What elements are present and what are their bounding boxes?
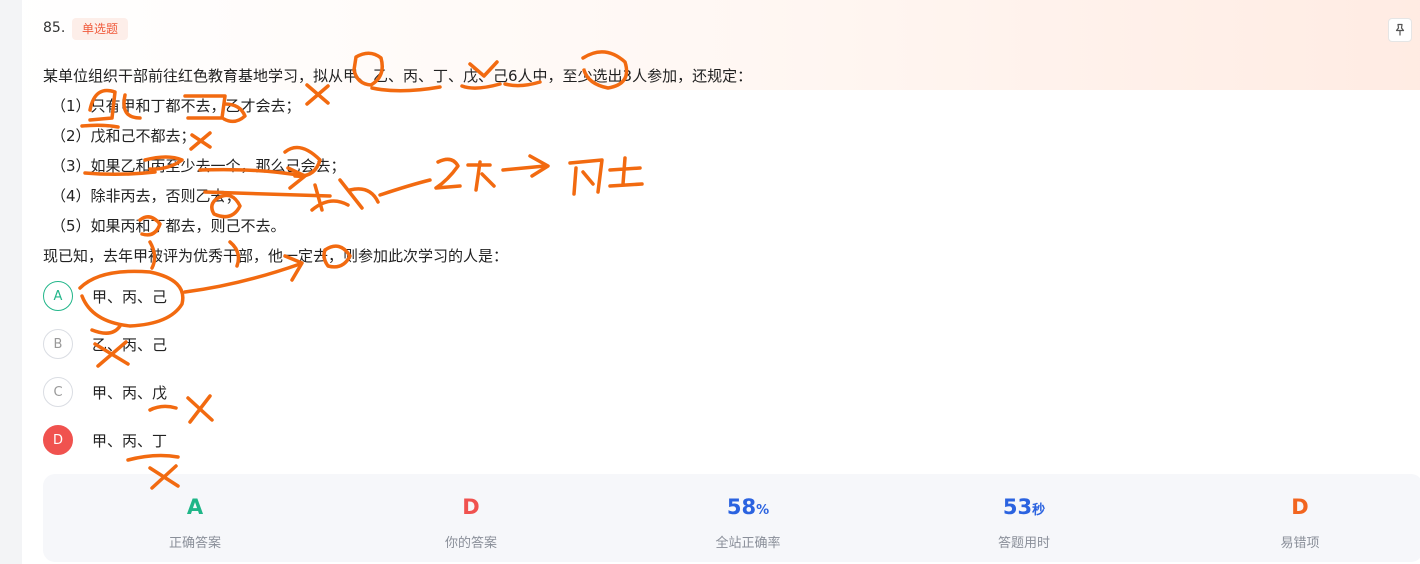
stat-number: D <box>1291 495 1309 519</box>
condition-5: （5）如果丙和丁都去，则己不去。 <box>51 217 286 235</box>
stat-number: D <box>462 495 480 519</box>
stat-value: A <box>115 492 275 526</box>
stat-correct-answer: A 正确答案 <box>115 492 275 551</box>
option-text: 甲、丙、戊 <box>92 383 168 402</box>
question-intro: 某单位组织干部前往红色教育基地学习，拟从甲、乙、丙、丁、戊、己6人中，至少选出3… <box>43 67 753 85</box>
option-text: 甲、丙、丁 <box>92 431 168 450</box>
option-b[interactable]: B 乙、丙、己 <box>43 328 167 360</box>
pin-icon <box>1395 23 1405 36</box>
stat-common-mistake: D 易错项 <box>1220 492 1380 551</box>
left-gutter <box>0 0 22 564</box>
stat-number: A <box>186 495 204 519</box>
question-stem: 某单位组织干部前往红色教育基地学习，拟从甲、乙、丙、丁、戊、己6人中，至少选出3… <box>43 61 752 271</box>
question-prompt: 现已知，去年甲被评为优秀干部，他一定去，则参加此次学习的人是： <box>43 247 509 265</box>
option-letter: C <box>43 377 73 407</box>
option-letter: A <box>43 281 73 311</box>
stat-value: 53秒 <box>944 492 1104 526</box>
stat-time-used: 53秒 答题用时 <box>944 492 1104 551</box>
condition-2: （2）戊和己不都去； <box>51 127 196 145</box>
option-text: 乙、丙、己 <box>92 335 168 354</box>
stat-label: 易错项 <box>1280 536 1320 551</box>
option-a[interactable]: A 甲、丙、己 <box>43 280 167 312</box>
stat-label: 正确答案 <box>168 536 221 551</box>
stat-label: 全站正确率 <box>715 536 781 551</box>
option-text: 甲、丙、己 <box>92 287 168 306</box>
question-type-badge: 单选题 <box>72 18 129 40</box>
stat-number: 58 <box>726 495 757 519</box>
option-letter: B <box>43 329 73 359</box>
stat-unit: 秒 <box>1032 503 1046 518</box>
condition-1: （1）只有甲和丁都不去，乙才会去； <box>51 97 301 115</box>
stat-value: 58% <box>668 492 828 526</box>
pin-button[interactable] <box>1388 18 1412 42</box>
stat-value: D <box>391 492 551 526</box>
stat-value: D <box>1220 492 1380 526</box>
condition-3: （3）如果乙和丙至少去一个，那么己会去； <box>51 157 346 175</box>
option-d[interactable]: D 甲、丙、丁 <box>43 424 167 456</box>
stat-your-answer: D 你的答案 <box>391 492 551 551</box>
stat-label: 答题用时 <box>997 536 1050 551</box>
answer-stats-panel: A 正确答案 D 你的答案 58% 全站正确率 53秒 答题用时 D 易错项 <box>43 474 1420 562</box>
condition-4: （4）除非丙去，否则乙去； <box>51 187 241 205</box>
stat-number: 53 <box>1002 495 1033 519</box>
stat-unit: % <box>756 503 770 518</box>
option-c[interactable]: C 甲、丙、戊 <box>43 376 167 408</box>
stat-label: 你的答案 <box>444 536 497 551</box>
option-letter: D <box>43 425 73 455</box>
stat-accuracy: 58% 全站正确率 <box>668 492 828 551</box>
question-number: 85. <box>43 20 66 36</box>
